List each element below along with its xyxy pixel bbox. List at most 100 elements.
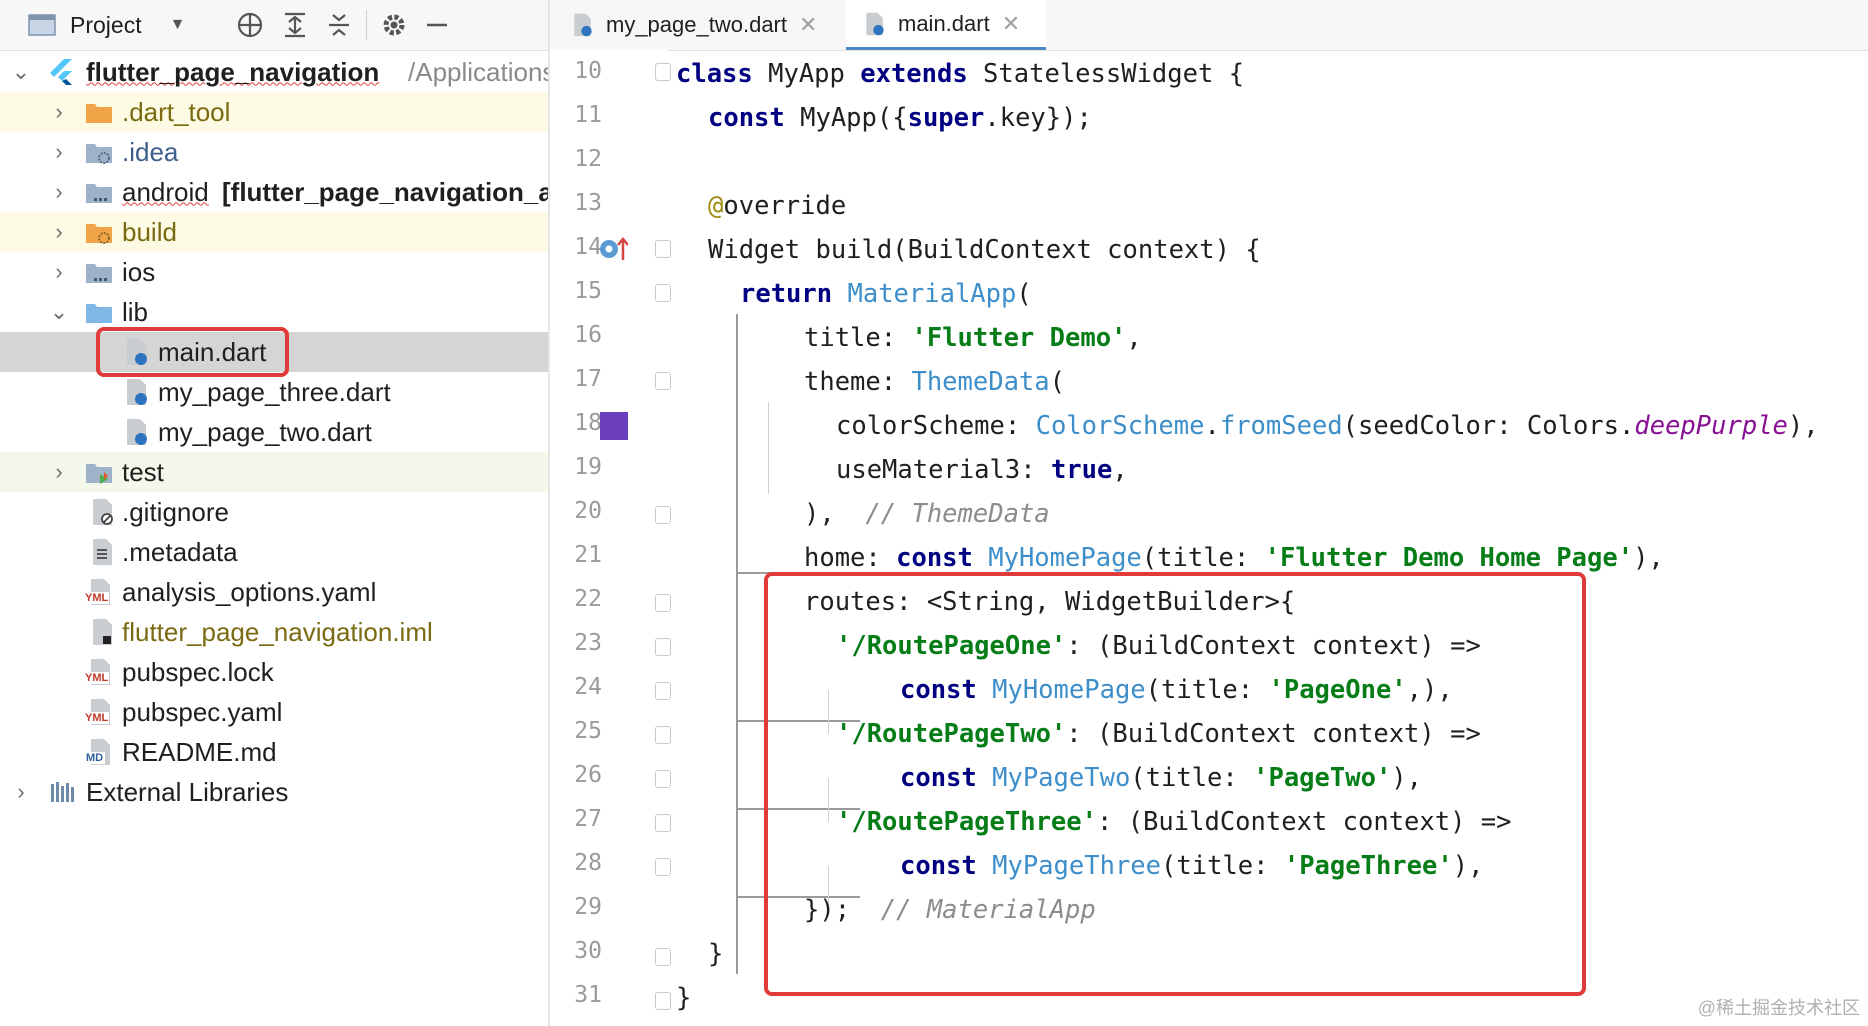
tree-item-pubspec-yaml[interactable]: YML pubspec.yaml [0, 692, 548, 732]
chevron-down-icon[interactable]: ⌄ [10, 59, 32, 84]
line-number: 23 [574, 630, 602, 656]
text-file-icon [93, 539, 112, 565]
dart-file-icon [574, 13, 592, 37]
line-number: 16 [574, 322, 602, 348]
color-swatch-deep-purple[interactable] [600, 412, 628, 440]
tree-item-label: External Libraries [86, 776, 289, 807]
dart-file-icon [127, 379, 147, 405]
close-icon[interactable]: ✕ [1002, 11, 1020, 37]
tree-item-metadata[interactable]: .metadata [0, 532, 548, 572]
markdown-file-icon: MD [84, 737, 116, 767]
tab-label: my_page_two.dart [606, 12, 787, 37]
chevron-down-icon[interactable]: ⌄ [48, 299, 70, 324]
code-line-14: Widget build(BuildContext context) { [708, 235, 1261, 265]
code-line-17: theme: ThemeData( [804, 367, 1065, 397]
tab-my-page-two-dart[interactable]: my_page_two.dart ✕ [570, 0, 850, 50]
tree-item-label: my_page_three.dart [158, 376, 391, 407]
code-line-20: ), // ThemeData [804, 499, 1050, 529]
tree-root-row[interactable]: ⌄ flutter_page_navigation /Applications/ [0, 52, 548, 92]
override-method-icon[interactable] [598, 234, 628, 264]
tree-item-dart-tool[interactable]: › .dart_tool [0, 92, 548, 132]
expand-all-icon [285, 12, 305, 38]
tree-item-gitignore[interactable]: .gitignore [0, 492, 548, 532]
line-number: 21 [574, 542, 602, 568]
tree-item-my-page-two[interactable]: my_page_two.dart [0, 412, 548, 452]
chevron-right-icon[interactable]: › [48, 139, 70, 164]
tree-item-ios[interactable]: › ios [0, 252, 548, 292]
tree-item-pubspec-lock[interactable]: YML pubspec.lock [0, 652, 548, 692]
tree-item-label: pubspec.yaml [122, 696, 283, 727]
dart-file-icon [127, 419, 147, 445]
chevron-right-icon[interactable]: › [48, 219, 70, 244]
tree-item-label: lib [122, 296, 149, 327]
tree-item-label: test [122, 456, 164, 487]
editor-tab-bar: my_page_two.dart ✕ main.dart ✕ [550, 0, 1868, 51]
tree-item-external-libraries[interactable]: › External Libraries [0, 772, 548, 812]
line-number: 26 [574, 762, 602, 788]
tree-item-my-page-three[interactable]: my_page_three.dart [0, 372, 548, 412]
options-button[interactable] [380, 0, 408, 50]
yaml-file-icon: YML [84, 657, 116, 687]
line-number: 30 [574, 938, 602, 964]
line-number: 19 [574, 454, 602, 480]
tree-item-label: ios [122, 256, 156, 287]
locate-file-button[interactable] [236, 0, 264, 50]
expand-all-button[interactable] [282, 0, 308, 50]
project-panel: Project ▼ ⌄ flutter_page_navigation /App… [0, 0, 550, 1026]
line-number: 18 [574, 410, 602, 436]
tree-item-label: .metadata [122, 536, 238, 567]
project-view-title: Project [70, 11, 142, 38]
collapse-all-button[interactable] [326, 0, 352, 50]
module-folder-icon [86, 184, 112, 203]
tree-item-idea[interactable]: › .idea [0, 132, 548, 172]
tree-item-readme[interactable]: MD README.md [0, 732, 548, 772]
tree-item-iml[interactable]: flutter_page_navigation.iml [0, 612, 548, 652]
tree-item-label: build [122, 216, 177, 247]
gitignore-file-icon [93, 499, 113, 525]
tree-item-android[interactable]: › android [flutter_page_navigation_andro… [0, 172, 548, 212]
chevron-right-icon[interactable]: › [48, 459, 70, 484]
folder-icon [86, 304, 112, 323]
tree-item-label: android [122, 176, 209, 207]
gear-icon [383, 14, 405, 36]
tree-item-label: .idea [122, 136, 179, 167]
chevron-right-icon[interactable]: › [48, 99, 70, 124]
code-line-16: title: 'Flutter Demo', [804, 323, 1142, 353]
tree-item-label: flutter_page_navigation.iml [122, 616, 433, 647]
line-number: 13 [574, 190, 602, 216]
tree-item-build[interactable]: › build [0, 212, 548, 252]
tree-item-label: README.md [122, 736, 277, 767]
code-line-18: colorScheme: ColorScheme.fromSeed(seedCo… [836, 411, 1819, 441]
tree-item-label: pubspec.lock [122, 656, 274, 687]
close-icon[interactable]: ✕ [799, 12, 817, 38]
hide-panel-button[interactable] [424, 0, 450, 50]
tree-item-label: analysis_options.yaml [122, 576, 377, 607]
tree-item-label: .gitignore [122, 496, 229, 527]
chevron-right-icon[interactable]: › [48, 259, 70, 284]
settings-folder-icon [86, 144, 112, 164]
line-number: 20 [574, 498, 602, 524]
chevron-right-icon[interactable]: › [10, 779, 32, 804]
line-number: 22 [574, 586, 602, 612]
line-number: 14 [574, 234, 602, 260]
tree-item-module-name: [flutter_page_navigation_android] [222, 176, 550, 207]
libraries-icon [51, 782, 74, 802]
chevron-right-icon[interactable]: › [48, 179, 70, 204]
code-editor[interactable]: class MyApp extends StatelessWidget { co… [668, 50, 1868, 1026]
tree-item-lib[interactable]: ⌄ lib [0, 292, 548, 332]
root-project-path: /Applications/ [408, 56, 550, 87]
line-number: 29 [574, 894, 602, 920]
line-number: 24 [574, 674, 602, 700]
tree-item-analysis-options[interactable]: YML analysis_options.yaml [0, 572, 548, 612]
tab-main-dart[interactable]: main.dart ✕ [846, 0, 1046, 50]
tab-label: main.dart [898, 10, 990, 36]
chevron-down-icon[interactable]: ▼ [170, 16, 186, 34]
project-view-selector[interactable]: Project ▼ [28, 0, 185, 50]
tree-item-test[interactable]: › test [0, 452, 548, 492]
crosshair-icon [237, 12, 263, 38]
annotation-box-main-dart [96, 327, 289, 377]
line-number: 15 [574, 278, 602, 304]
project-toolbar: Project ▼ [0, 0, 548, 51]
code-line-19: useMaterial3: true, [836, 455, 1128, 485]
minimize-icon [427, 23, 447, 27]
